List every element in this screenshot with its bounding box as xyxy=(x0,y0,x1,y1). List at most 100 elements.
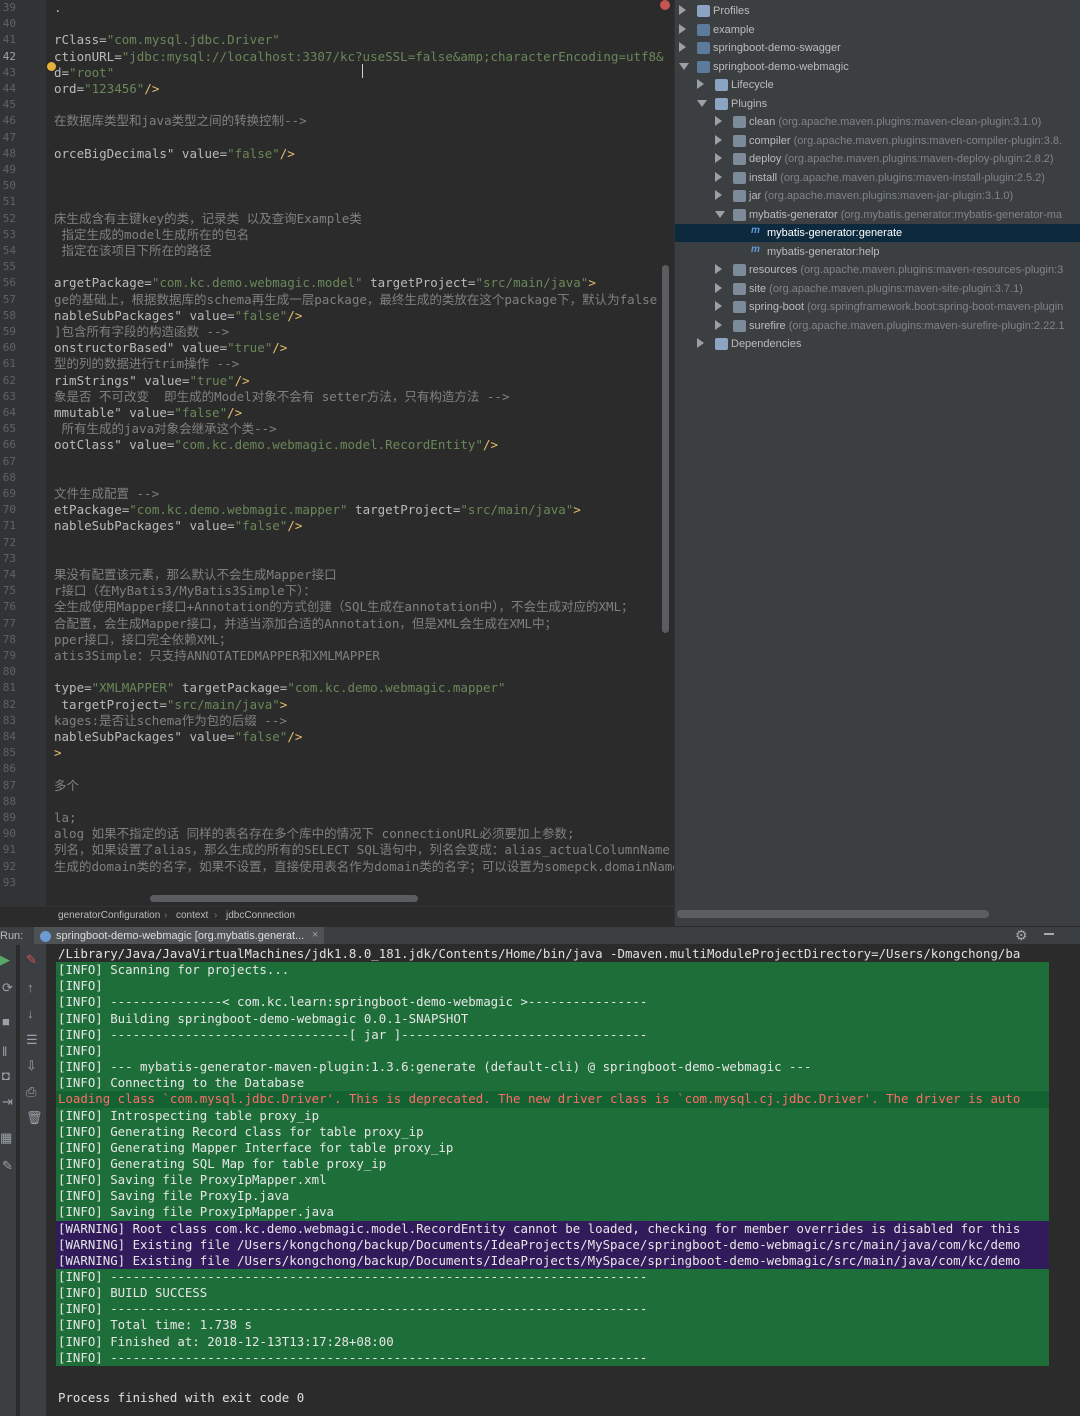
expanded-arrow-icon[interactable] xyxy=(679,62,689,70)
maven-horizontal-scrollbar[interactable] xyxy=(677,910,989,918)
plugin-icon xyxy=(733,134,746,147)
maven-item-name: springboot-demo-swagger xyxy=(713,42,841,54)
collapsed-arrow-icon[interactable] xyxy=(679,5,686,15)
expanded-arrow-icon[interactable] xyxy=(697,99,707,107)
console-output[interactable]: /Library/Java/JavaVirtualMachines/jdk1.8… xyxy=(46,944,1080,1416)
collapsed-arrow-icon[interactable] xyxy=(715,282,722,293)
rerun-icon[interactable]: ⟳ xyxy=(2,980,13,996)
maven-item-name: mybatis-generator:help xyxy=(767,245,880,258)
maven-tree-item[interactable]: jar (org.apache.maven.plugins:maven-jar-… xyxy=(675,187,1080,205)
code-token: "src/main/java" xyxy=(460,502,574,518)
code-line: 指定生成的model生成所在的包名 xyxy=(54,227,250,243)
trash-icon[interactable]: 🗑 xyxy=(26,1110,43,1126)
code-token: /> xyxy=(287,518,303,534)
maven-tree-item[interactable]: resources (org.apache.maven.plugins:mave… xyxy=(675,261,1080,279)
maven-tree-item[interactable]: deploy (org.apache.maven.plugins:maven-d… xyxy=(675,150,1080,168)
pin-icon[interactable]: ✎ xyxy=(2,1158,13,1174)
code-token: "com.kc.demo.webmagic.model.RecordEntity… xyxy=(174,437,483,453)
collapsed-arrow-icon[interactable] xyxy=(715,153,722,163)
code-token: ctionURL= xyxy=(54,48,122,64)
console-vertical-scrollbar[interactable] xyxy=(1050,944,1080,1416)
print-icon[interactable]: ⎙ xyxy=(26,1084,36,1100)
maven-tree-item[interactable]: mybatis-generator (org.mybatis.generator… xyxy=(675,206,1080,224)
scroll-to-end-icon[interactable]: ⇩ xyxy=(26,1058,37,1074)
maven-tree-item[interactable]: springboot-demo-webmagic xyxy=(675,58,1080,76)
collapsed-arrow-icon[interactable] xyxy=(697,338,704,348)
maven-item-name: spring-boot xyxy=(749,301,805,313)
camera-icon[interactable]: ◘ xyxy=(2,1068,10,1083)
soft-wrap-icon[interactable]: ☰ xyxy=(26,1032,38,1048)
maven-tree-item-label: clean (org.apache.maven.plugins:maven-cl… xyxy=(749,116,1041,128)
breadcrumb-item-context[interactable]: context xyxy=(176,910,208,921)
stop-icon[interactable]: ■ xyxy=(2,1014,10,1029)
maven-tree-item[interactable]: install (org.apache.maven.plugins:maven-… xyxy=(675,169,1080,187)
code-token: "src/main/java" xyxy=(475,275,589,291)
collapsed-arrow-icon[interactable] xyxy=(679,23,686,34)
maven-tree-item[interactable]: site (org.apache.maven.plugins:maven-sit… xyxy=(675,280,1080,298)
collapsed-arrow-icon[interactable] xyxy=(715,319,722,330)
pause-icon[interactable]: ‖ xyxy=(2,1044,7,1059)
intention-bulb-icon[interactable] xyxy=(47,62,56,71)
close-icon[interactable]: × xyxy=(312,929,318,941)
maven-tree-item[interactable]: m mybatis-generator:help xyxy=(675,243,1080,261)
collapsed-arrow-icon[interactable] xyxy=(715,116,722,126)
maven-tree-item[interactable]: Plugins xyxy=(675,95,1080,113)
maven-tree-item[interactable]: surefire (org.apache.maven.plugins:maven… xyxy=(675,317,1080,335)
collapsed-arrow-icon[interactable] xyxy=(679,42,686,52)
maven-item-coordinates: (org.apache.maven.plugins:maven-install-… xyxy=(777,171,1045,184)
code-token: 合配置，会生成Mapper接口，并适当添加合适的Annotation，但是XML… xyxy=(54,615,558,631)
maven-module-icon xyxy=(697,42,710,54)
console-line: [INFO] Saving file ProxyIpMapper.java xyxy=(58,1204,335,1220)
breadcrumb-item-jdbc-connection[interactable]: jdbcConnection xyxy=(226,910,295,921)
maven-tree-item[interactable]: m mybatis-generator:generate xyxy=(675,224,1080,242)
gear-icon[interactable]: ⚙ xyxy=(1015,927,1028,944)
line-number: 52 xyxy=(2,211,16,225)
run-icon[interactable]: ▶ xyxy=(0,952,10,968)
code-line: etPackage="com.kc.demo.webmagic.mapper" … xyxy=(54,502,581,518)
line-number: 92 xyxy=(2,859,16,873)
code-line: rimStrings" value="true"/> xyxy=(54,373,250,389)
collapsed-arrow-icon[interactable] xyxy=(715,264,722,274)
line-number: 47 xyxy=(2,130,16,144)
editor-vertical-scrollbar[interactable] xyxy=(662,265,669,633)
maven-tree-item[interactable]: springboot-demo-swagger xyxy=(675,39,1080,57)
maven-tree-item[interactable]: compiler (org.apache.maven.plugins:maven… xyxy=(675,132,1080,150)
maven-tree-item[interactable]: clean (org.apache.maven.plugins:maven-cl… xyxy=(675,113,1080,131)
scroll-down-icon[interactable]: ↓ xyxy=(27,1006,34,1021)
collapsed-arrow-icon[interactable] xyxy=(715,134,722,145)
maven-tree-item[interactable]: spring-boot (org.springframework.boot:sp… xyxy=(675,298,1080,316)
code-token: "com.mysql.jdbc.Driver" xyxy=(106,32,280,48)
editor-horizontal-scrollbar[interactable] xyxy=(150,895,418,902)
maven-item-coordinates: (org.apache.maven.plugins:maven-deploy-p… xyxy=(781,153,1054,165)
scroll-up-icon[interactable]: ↑ xyxy=(27,980,34,995)
breadcrumb-item-generator-configuration[interactable]: generatorConfiguration xyxy=(58,910,160,921)
code-line: type="XMLMAPPER" targetPackage="com.kc.d… xyxy=(54,680,506,696)
code-token: alog 如果不指定的话 同样的表名存在多个库中的情况下 connectionU… xyxy=(54,826,575,842)
breadcrumb: generatorConfiguration › context › jdbcC… xyxy=(0,906,674,927)
clear-icon[interactable]: ✎ xyxy=(26,952,37,968)
error-marker-icon[interactable] xyxy=(660,0,670,10)
code-token: ]包含所有字段的构造函数 --> xyxy=(54,324,230,339)
line-number: 66 xyxy=(2,438,16,452)
layout-icon[interactable]: ▦ xyxy=(0,1130,12,1146)
maven-tree-item[interactable]: Lifecycle xyxy=(675,76,1080,94)
maven-tree-item[interactable]: Dependencies xyxy=(675,335,1080,353)
line-number: 70 xyxy=(2,503,16,517)
code-line: 文件生成配置 --> xyxy=(54,486,159,502)
code-token: /> xyxy=(279,145,295,161)
expanded-arrow-icon[interactable] xyxy=(715,210,725,218)
console-line: [WARNING] Existing file /Users/kongchong… xyxy=(58,1236,1021,1252)
collapsed-arrow-icon[interactable] xyxy=(715,190,722,200)
run-tab[interactable]: springboot-demo-webmagic [org.mybatis.ge… xyxy=(34,927,324,945)
console-line: [INFO] xyxy=(58,1042,103,1058)
line-number: 71 xyxy=(2,519,16,533)
code-editor[interactable]: 39 40 41 42 43 44 45 46 47 48 49 50 51 52 53 54 55 56 57 58… xyxy=(0,0,674,906)
line-number: 93 xyxy=(2,875,16,889)
collapsed-arrow-icon[interactable] xyxy=(697,79,704,89)
maven-tree-item[interactable]: Profiles xyxy=(675,2,1080,20)
hide-icon[interactable] xyxy=(1044,933,1054,935)
exit-icon[interactable]: ⇥ xyxy=(2,1094,13,1110)
collapsed-arrow-icon[interactable] xyxy=(715,301,722,311)
maven-tree-item[interactable]: example xyxy=(675,21,1080,39)
collapsed-arrow-icon[interactable] xyxy=(715,171,722,182)
